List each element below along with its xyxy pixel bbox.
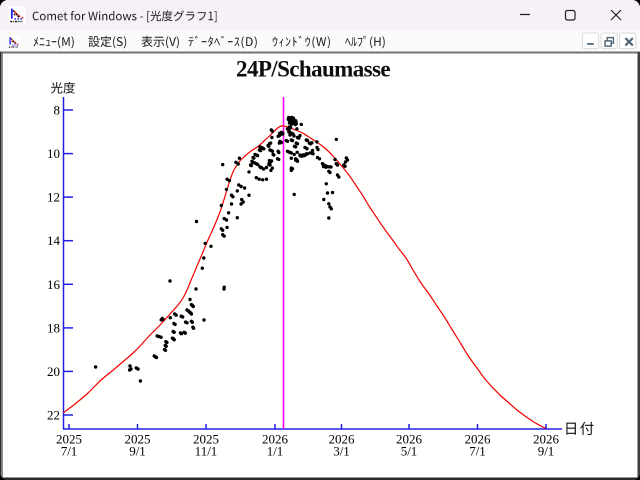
svg-text:10: 10 bbox=[47, 146, 60, 161]
svg-text:1/1: 1/1 bbox=[267, 444, 284, 459]
svg-text:12: 12 bbox=[47, 190, 60, 205]
svg-text:3/1: 3/1 bbox=[333, 444, 350, 459]
svg-text:18: 18 bbox=[47, 320, 60, 335]
svg-text:5/1: 5/1 bbox=[401, 444, 418, 459]
svg-text:16: 16 bbox=[47, 277, 61, 292]
svg-text:14: 14 bbox=[47, 233, 61, 248]
svg-text:9/1: 9/1 bbox=[129, 444, 146, 459]
svg-text:11/1: 11/1 bbox=[195, 444, 218, 459]
svg-text:7/1: 7/1 bbox=[469, 444, 486, 459]
svg-text:7/1: 7/1 bbox=[61, 444, 78, 459]
svg-text:20: 20 bbox=[47, 364, 60, 379]
svg-text:24P/Schaumasse: 24P/Schaumasse bbox=[236, 57, 390, 82]
svg-text:8: 8 bbox=[54, 103, 61, 118]
svg-text:9/1: 9/1 bbox=[538, 444, 555, 459]
svg-text:22: 22 bbox=[47, 408, 60, 423]
